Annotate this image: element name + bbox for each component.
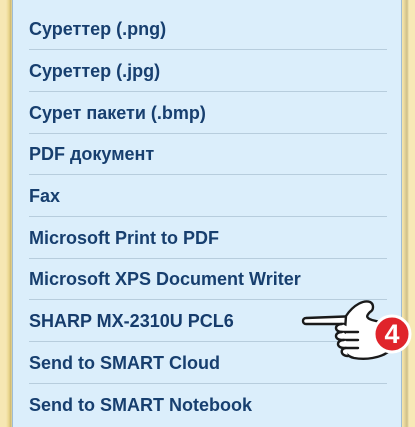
menu-item-pdf-document[interactable]: PDF документ — [29, 134, 387, 175]
step-number: 4 — [384, 319, 399, 349]
menu-item-jpg[interactable]: Суреттер (.jpg) — [29, 51, 387, 92]
menu-item-png[interactable]: Суреттер (.png) — [29, 9, 387, 50]
step-callout: 4 — [300, 294, 415, 366]
menu-item-microsoft-print-to-pdf[interactable]: Microsoft Print to PDF — [29, 218, 387, 259]
menu-item-fax[interactable]: Fax — [29, 176, 387, 217]
pointing-hand-icon: 4 — [301, 300, 412, 360]
menu-item-bmp[interactable]: Сурет пакети (.bmp) — [29, 93, 387, 134]
menu-item-send-to-smart-notebook[interactable]: Send to SMART Notebook — [29, 385, 387, 426]
